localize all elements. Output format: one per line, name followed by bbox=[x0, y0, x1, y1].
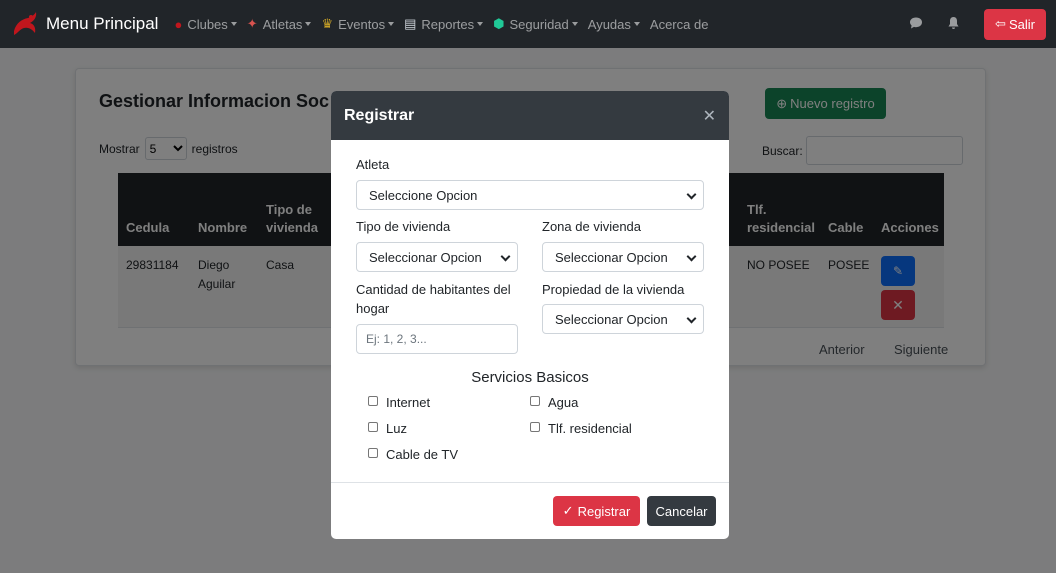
submit-button[interactable]: ✓ Registrar bbox=[553, 496, 640, 526]
modal-header: Registrar ✕ bbox=[331, 91, 729, 140]
nav-acerca-label: Acerca de bbox=[649, 16, 709, 32]
inhabitants-input[interactable]: Ej: 1, 2, 3... bbox=[356, 324, 518, 354]
nav-eventos[interactable]: ♛ Eventos bbox=[321, 16, 395, 32]
checkbox[interactable] bbox=[368, 421, 378, 432]
property-label: Propiedad de la vivienda bbox=[542, 282, 685, 297]
service-internet[interactable]: Internet bbox=[368, 395, 430, 410]
checkbox[interactable] bbox=[530, 395, 540, 406]
housing-zone-value: Seleccionar Opcion bbox=[555, 249, 668, 265]
chevron-down-icon bbox=[686, 189, 697, 200]
logout-icon: ⇦ bbox=[995, 16, 1006, 31]
chevron-down-icon bbox=[686, 313, 697, 324]
modal-footer: ✓ Registrar Cancelar bbox=[331, 482, 729, 539]
cancel-button[interactable]: Cancelar bbox=[647, 496, 716, 526]
housing-zone-select[interactable]: Seleccionar Opcion bbox=[542, 242, 704, 272]
services-title: Servicios Basicos bbox=[471, 369, 589, 386]
property-select[interactable]: Seleccionar Opcion bbox=[542, 304, 704, 334]
service-label: Agua bbox=[548, 395, 579, 410]
inhabitants-label: Cantidad de habitantes del hogar bbox=[356, 282, 511, 316]
property-value: Seleccionar Opcion bbox=[555, 311, 668, 327]
housing-type-label: Tipo de vivienda bbox=[356, 219, 451, 234]
inhabitants-placeholder: Ej: 1, 2, 3... bbox=[366, 332, 427, 346]
register-modal: Registrar ✕ Atleta Seleccione Opcion Tip… bbox=[331, 91, 729, 539]
service-agua[interactable]: Agua bbox=[530, 395, 578, 410]
nav-reportes-label: Reportes bbox=[421, 16, 475, 32]
caret-down-icon bbox=[633, 22, 640, 26]
service-label: Internet bbox=[386, 395, 431, 410]
report-icon: ▤ bbox=[404, 16, 417, 31]
housing-type-value: Seleccionar Opcion bbox=[369, 249, 482, 265]
nav-atletas-label: Atletas bbox=[262, 16, 303, 32]
service-luz[interactable]: Luz bbox=[368, 421, 407, 436]
chat-icon[interactable] bbox=[909, 16, 923, 33]
trophy-icon: ♛ bbox=[321, 16, 334, 31]
caret-down-icon bbox=[388, 22, 395, 26]
bell-icon[interactable] bbox=[947, 16, 960, 33]
nav-clubes-label: Clubes bbox=[187, 16, 228, 32]
navbar: Menu Principal ● Clubes ✦ Atletas ♛ Even… bbox=[0, 0, 1056, 48]
caret-down-icon bbox=[477, 22, 484, 26]
close-icon[interactable]: ✕ bbox=[703, 106, 716, 126]
nav-acerca[interactable]: Acerca de bbox=[650, 17, 709, 32]
logout-label: Salir bbox=[1008, 16, 1035, 32]
housing-zone-label: Zona de vivienda bbox=[542, 219, 642, 234]
housing-type-select[interactable]: Seleccionar Opcion bbox=[356, 242, 518, 272]
submit-label: Registrar bbox=[577, 503, 631, 519]
caret-down-icon bbox=[305, 22, 312, 26]
brand-label: Menu Principal bbox=[46, 14, 159, 33]
logo-icon bbox=[14, 12, 37, 35]
nav-seguridad-label: Seguridad bbox=[509, 16, 569, 32]
nav-seguridad[interactable]: ⬢ Seguridad bbox=[493, 16, 578, 32]
service-label: Cable de TV bbox=[386, 447, 459, 462]
nav-ayudas[interactable]: Ayudas bbox=[588, 17, 640, 32]
nav-reportes[interactable]: ▤ Reportes bbox=[404, 16, 484, 32]
modal-title: Registrar bbox=[344, 106, 415, 124]
athlete-select[interactable]: Seleccione Opcion bbox=[356, 180, 704, 210]
caret-down-icon bbox=[230, 22, 237, 26]
brand[interactable]: Menu Principal bbox=[10, 9, 158, 39]
check-icon: ✓ bbox=[562, 503, 574, 518]
checkbox[interactable] bbox=[530, 421, 540, 432]
logout-button[interactable]: ⇦ Salir bbox=[984, 8, 1046, 40]
nav-clubes[interactable]: ● Clubes bbox=[174, 16, 237, 32]
athlete-icon: ✦ bbox=[246, 16, 258, 31]
checkbox[interactable] bbox=[368, 447, 378, 458]
athlete-select-value: Seleccione Opcion bbox=[369, 187, 478, 203]
shield-icon: ⬢ bbox=[493, 16, 505, 31]
nav-ayudas-label: Ayudas bbox=[587, 16, 631, 32]
service-label: Tlf. residencial bbox=[548, 421, 632, 436]
service-tlf[interactable]: Tlf. residencial bbox=[530, 421, 632, 436]
nav-right: ⇦ Salir bbox=[909, 8, 1046, 40]
caret-down-icon bbox=[571, 22, 578, 26]
athlete-label: Atleta bbox=[356, 157, 390, 172]
boxing-glove-icon: ● bbox=[174, 16, 183, 32]
nav-eventos-label: Eventos bbox=[338, 16, 386, 32]
service-label: Luz bbox=[386, 421, 407, 436]
chevron-down-icon bbox=[500, 251, 511, 262]
service-cable[interactable]: Cable de TV bbox=[368, 447, 458, 462]
chevron-down-icon bbox=[686, 251, 697, 262]
checkbox[interactable] bbox=[368, 395, 378, 406]
nav-atletas[interactable]: ✦ Atletas bbox=[247, 16, 312, 32]
